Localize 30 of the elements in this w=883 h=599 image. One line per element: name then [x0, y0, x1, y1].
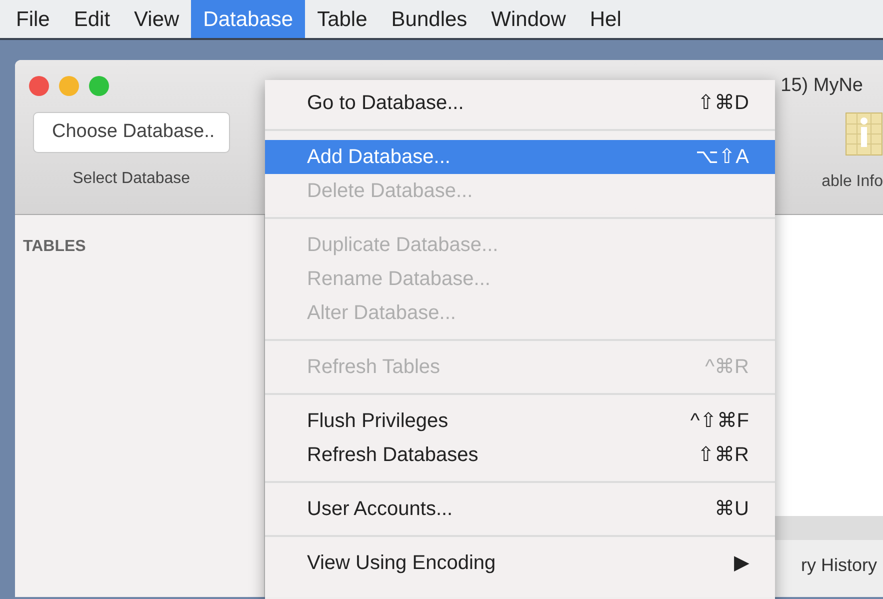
shortcut-label: ⌘U	[714, 497, 749, 522]
menu-item[interactable]: Flush Privileges ^⇧⌘F	[265, 404, 775, 438]
menu-item[interactable]: Refresh Databases ⇧⌘R	[265, 438, 775, 472]
menu-bar-item[interactable]: Window	[479, 0, 578, 38]
menu-bar-item[interactable]: View	[122, 0, 192, 38]
window-title: 15) MyNe	[780, 74, 863, 98]
menu-bar-item[interactable]: Edit	[62, 0, 122, 38]
menu-item[interactable]: Add Database... ⌥⇧A	[265, 140, 775, 174]
menu-bar-item[interactable]: Hel	[578, 0, 634, 38]
toolbar-label: able Info	[822, 172, 883, 192]
close-icon[interactable]	[29, 76, 49, 96]
menu-bar-item[interactable]: Table	[305, 0, 380, 38]
menu-item[interactable]: Go to Database... ⇧⌘D	[265, 86, 775, 120]
shortcut-label: ▶	[734, 551, 749, 576]
shortcut-label: ⇧⌘R	[698, 443, 749, 468]
menu-bar-item[interactable]: File	[4, 0, 62, 38]
menu-bar-item[interactable]: Bundles	[379, 0, 480, 38]
menu-item[interactable]: View Using Encoding ▶	[265, 546, 775, 580]
zoom-icon[interactable]	[89, 76, 109, 96]
toolbar-label: Select Database	[72, 168, 190, 188]
shortcut-label: ⇧⌘D	[698, 91, 749, 116]
menu-bar-item[interactable]: Database	[191, 0, 306, 38]
sidebar-heading: TABLES	[23, 237, 87, 257]
choose-database-button[interactable]: Choose Database..	[33, 112, 230, 152]
shortcut-label: ⌥⇧A	[696, 145, 749, 170]
shortcut-label: ^⇧⌘F	[690, 409, 749, 434]
minimize-icon[interactable]	[59, 76, 79, 96]
menu-item[interactable]: User Accounts... ⌘U	[265, 492, 775, 526]
info-icon[interactable]	[845, 112, 883, 156]
shortcut-label: ^⌘R	[705, 355, 749, 380]
